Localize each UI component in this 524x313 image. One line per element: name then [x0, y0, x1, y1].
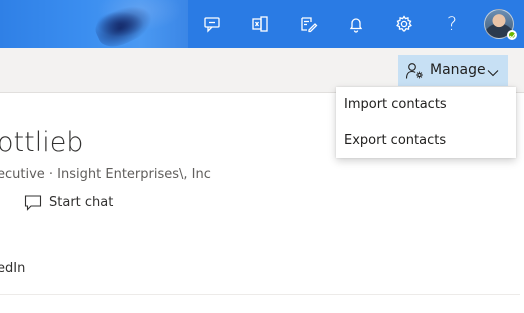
help-icon[interactable]: ?: [440, 12, 464, 36]
menu-item-import-contacts[interactable]: Import contacts: [336, 87, 516, 122]
contact-subtitle: ecutive · Insight Enterprises\, Inc: [0, 167, 211, 182]
contact-name: ottlieb: [0, 127, 84, 158]
start-chat-label: Start chat: [49, 195, 114, 210]
header-toolbar: ?: [188, 0, 524, 48]
chat-bubble-icon: [24, 194, 42, 215]
section-divider: [0, 294, 520, 295]
chevron-down-icon: [487, 64, 499, 83]
compose-icon[interactable]: [296, 12, 320, 36]
gear-icon[interactable]: [392, 12, 416, 36]
office-icon[interactable]: [248, 12, 272, 36]
chat-icon[interactable]: [200, 12, 224, 36]
manage-label: Manage: [430, 62, 486, 78]
person-settings-icon: [405, 62, 425, 84]
linkedin-link[interactable]: edIn: [0, 261, 25, 276]
help-glyph: ?: [446, 13, 458, 35]
manage-menu: Import contacts Export contacts: [336, 87, 516, 158]
header-banner-image: [0, 0, 188, 48]
manage-button[interactable]: Manage: [398, 55, 508, 86]
bell-icon[interactable]: [344, 12, 368, 36]
banner-graphic: [90, 0, 160, 48]
menu-item-export-contacts[interactable]: Export contacts: [336, 123, 516, 158]
presence-available-icon: [507, 30, 517, 40]
app-header: ?: [0, 0, 524, 48]
